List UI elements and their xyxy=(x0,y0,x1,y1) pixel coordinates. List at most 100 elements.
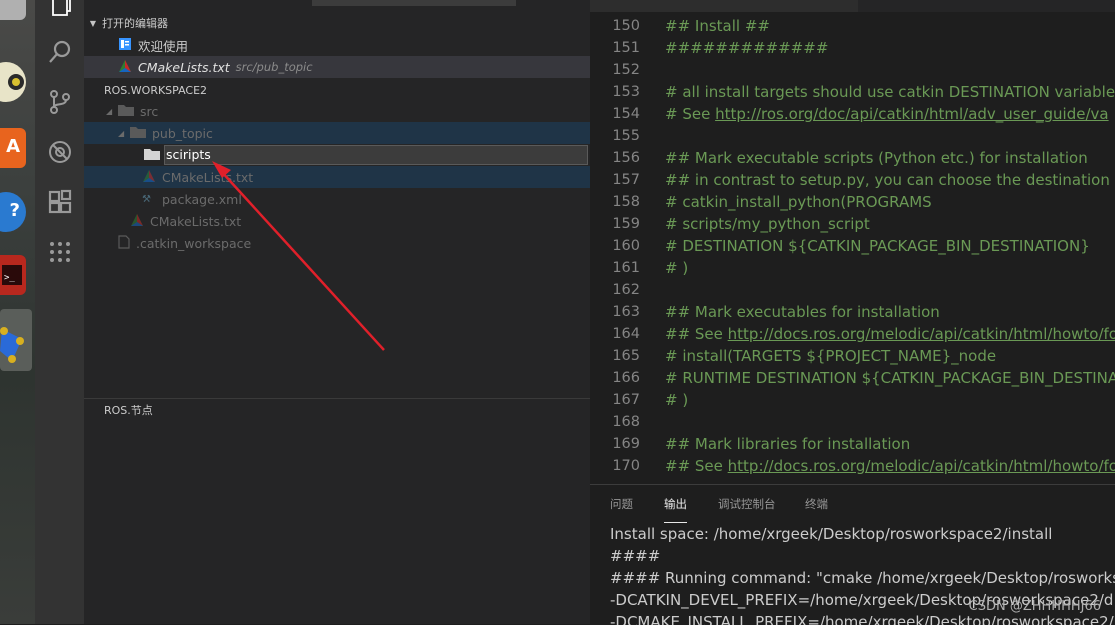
code-line: 156 ## Mark executable scripts (Python et… xyxy=(590,147,1115,169)
open-editor-path: src/pub_topic xyxy=(235,60,313,74)
code-text: # catkin_install_python(PROGRAMS xyxy=(665,191,932,213)
chevron-down-icon: ◢ xyxy=(118,128,125,138)
code-line: 165 # install(TARGETS ${PROJECT_NAME}_nod… xyxy=(590,345,1115,367)
code-line: 164 ## See http://docs.ros.org/melodic/ap… xyxy=(590,323,1115,345)
code-editor[interactable]: 150 ## Install ## 151 ############# 152 153 # … xyxy=(590,0,1115,484)
chevron-down-icon: ▼ xyxy=(89,18,97,28)
bottom-panel: 问题 输出 调试控制台 终端 Install space: /home/xrge… xyxy=(590,484,1115,625)
tree-item-package-xml[interactable]: ⚒ package.xml xyxy=(84,188,590,210)
tree-item-new-folder[interactable]: sciripts xyxy=(84,144,590,166)
code-comment: ## Mark executables for installation xyxy=(665,303,940,321)
source-control-icon[interactable] xyxy=(35,78,84,126)
code-text: # See http://ros.org/doc/api/catkin/html… xyxy=(665,103,1109,125)
code-text: ## Mark executable scripts (Python etc.)… xyxy=(665,147,1088,169)
code-comment: # RUNTIME DESTINATION ${CATKIN_PACKAGE_B… xyxy=(665,369,1115,387)
extensions-icon[interactable] xyxy=(35,178,84,226)
tree-item-root-cmakelists[interactable]: CMakeLists.txt xyxy=(84,210,590,232)
tree-label: package.xml xyxy=(162,191,242,207)
line-number: 153 xyxy=(612,84,640,100)
code-line: 153 # all install targets should use catk… xyxy=(590,81,1115,103)
rename-input-value: sciripts xyxy=(166,147,211,162)
code-line: 150 ## Install ## xyxy=(590,15,1115,37)
tree-label: CMakeLists.txt xyxy=(162,169,254,185)
ros-nodes-header[interactable]: ROS.节点 xyxy=(84,399,590,421)
code-line: 157 ## in contrast to setup.py, you can c… xyxy=(590,169,1115,191)
code-comment: # catkin_install_python(PROGRAMS xyxy=(665,193,932,211)
folder-icon xyxy=(118,104,134,119)
line-number: 151 xyxy=(612,40,640,56)
code-text: # install(TARGETS ${PROJECT_NAME}_node xyxy=(665,345,996,367)
explorer-sidebar: ▼ 打开的编辑器 欢迎使用 CMakeLists.txt src/pub_top… xyxy=(84,0,590,624)
code-text: ## See http://docs.ros.org/melodic/api/c… xyxy=(665,323,1115,345)
code-line: 154 # See http://ros.org/doc/api/catkin/h… xyxy=(590,103,1115,125)
terminal-launcher-icon[interactable]: >_ xyxy=(0,255,26,295)
file-icon xyxy=(118,234,130,252)
music-launcher-icon[interactable] xyxy=(0,62,26,102)
rename-input[interactable]: sciripts xyxy=(164,145,588,165)
code-line: 160 # DESTINATION ${CATKIN_PACKAGE_BIN_DE… xyxy=(590,235,1115,257)
code-line: 158 # catkin_install_python(PROGRAMS xyxy=(590,191,1115,213)
help-icon[interactable]: ? xyxy=(0,192,26,232)
code-line: 169 ## Mark libraries for installation xyxy=(590,433,1115,455)
explorer-icon[interactable] xyxy=(35,0,84,30)
cmake-icon xyxy=(142,169,156,186)
search-box[interactable] xyxy=(312,0,516,6)
code-text: # all install targets should use catkin … xyxy=(665,81,1115,103)
tree-item-pub-topic[interactable]: ◢ pub_topic xyxy=(84,122,590,144)
tree-label: .catkin_workspace xyxy=(136,235,252,251)
code-link[interactable]: http://ros.org/doc/api/catkin/html/adv_u… xyxy=(715,105,1108,123)
tab-welcome[interactable] xyxy=(590,0,858,12)
folder-icon xyxy=(144,148,160,163)
code-comment: ############# xyxy=(665,39,829,57)
files-launcher-icon[interactable] xyxy=(0,0,26,20)
code-text: ## Install ## xyxy=(665,15,770,37)
vscode-launcher-icon[interactable] xyxy=(0,309,32,371)
line-number: 150 xyxy=(612,18,640,34)
code-comment: # See xyxy=(665,105,716,123)
code-comment: # ) xyxy=(665,391,689,409)
tree-label: src xyxy=(140,103,159,119)
tab-debug-console[interactable]: 调试控制台 xyxy=(718,485,776,523)
code-line: 151 ############# xyxy=(590,37,1115,59)
code-link[interactable]: http://docs.ros.org/melodic/api/catkin/h… xyxy=(728,325,1115,343)
code-line: 161 # ) xyxy=(590,257,1115,279)
open-editor-name: 欢迎使用 xyxy=(138,38,189,54)
output-line: Install space: /home/xrgeek/Desktop/rosw… xyxy=(610,525,1053,543)
open-editor-item[interactable]: 欢迎使用 xyxy=(84,34,590,56)
tab-output[interactable]: 输出 xyxy=(664,485,687,523)
svg-text:>_: >_ xyxy=(4,273,15,283)
tree-item-cmakelists[interactable]: CMakeLists.txt xyxy=(84,166,590,188)
code-text: ## in contrast to setup.py, you can choo… xyxy=(665,169,1110,191)
code-comment: ## Install ## xyxy=(665,17,770,35)
code-text: # ) xyxy=(665,389,688,411)
workspace-header[interactable]: ROS.WORKSPACE2 xyxy=(84,79,590,101)
line-number: 157 xyxy=(612,172,640,188)
software-center-icon[interactable]: A xyxy=(0,128,26,168)
line-number: 165 xyxy=(612,348,640,364)
code-text: ############# xyxy=(665,37,828,59)
code-comment: ## Mark libraries for installation xyxy=(665,435,911,453)
sidebar-titlebar xyxy=(84,0,590,6)
tree-label: pub_topic xyxy=(152,125,213,141)
line-number: 167 xyxy=(612,392,640,408)
code-link[interactable]: http://docs.ros.org/melodic/api/catkin/h… xyxy=(728,457,1115,475)
output-line: #### xyxy=(610,547,661,565)
debug-icon[interactable] xyxy=(35,128,84,176)
line-number: 155 xyxy=(612,128,640,144)
search-icon[interactable] xyxy=(35,28,84,76)
tree-label: CMakeLists.txt xyxy=(150,213,242,229)
code-line: 170 ## See http://docs.ros.org/melodic/ap… xyxy=(590,455,1115,477)
tree-item-src[interactable]: ◢ src xyxy=(84,100,590,122)
tab-problems[interactable]: 问题 xyxy=(610,485,633,523)
line-number: 154 xyxy=(612,106,640,122)
open-editor-item-active[interactable]: CMakeLists.txt src/pub_topic xyxy=(84,56,590,78)
line-number: 158 xyxy=(612,194,640,210)
code-comment: # scripts/my_python_script xyxy=(665,215,870,233)
code-line: 155 xyxy=(590,125,1115,147)
tab-terminal[interactable]: 终端 xyxy=(805,485,828,523)
cmake-icon xyxy=(130,213,144,230)
code-text: ## Mark executables for installation xyxy=(665,301,940,323)
open-editors-header[interactable]: ▼ 打开的编辑器 xyxy=(84,12,590,34)
more-apps-icon[interactable] xyxy=(35,228,84,276)
tree-item-catkin-workspace[interactable]: .catkin_workspace xyxy=(84,232,590,254)
